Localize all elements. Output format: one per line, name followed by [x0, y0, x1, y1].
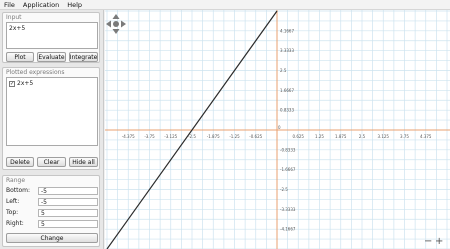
right-field[interactable]: 5	[38, 219, 98, 228]
evaluate-button[interactable]: Evaluate	[37, 52, 66, 62]
zoom-out-button[interactable]: −	[424, 237, 432, 247]
expression-label: 2x+5	[17, 80, 34, 87]
x-tick-label: -3.75	[144, 134, 155, 139]
plotted-expressions-panel: Plotted expressions ✓ 2x+5 Delete Clear …	[2, 67, 100, 170]
x-tick-label: -1.875	[207, 134, 220, 139]
plotted-panel-title: Plotted expressions	[6, 69, 65, 76]
y-tick-label: 1.6667	[280, 88, 294, 93]
pan-up-icon[interactable]	[112, 14, 120, 19]
x-tick-label: -1.25	[229, 134, 240, 139]
zoom-in-button[interactable]: +	[435, 237, 443, 247]
pan-down-icon[interactable]	[112, 29, 120, 34]
left-field[interactable]: -5	[38, 197, 98, 206]
bottom-label: Bottom:	[6, 187, 31, 194]
expression-input[interactable]: 2x+5	[6, 22, 98, 49]
expression-checkbox[interactable]: ✓	[9, 80, 15, 87]
x-tick-label: 1.875	[335, 134, 347, 139]
y-tick-label: -2.5	[280, 187, 288, 192]
menu-application[interactable]: Application	[19, 0, 63, 10]
menu-help[interactable]: Help	[63, 0, 86, 10]
y-tick-label: 4.1667	[280, 28, 294, 33]
x-tick-label: 2.5	[359, 134, 366, 139]
menu-file[interactable]: File	[0, 0, 19, 10]
x-tick-label: 4.375	[420, 134, 432, 139]
hide-all-button[interactable]: Hide all	[69, 157, 98, 167]
x-tick-label: -3.125	[164, 134, 177, 139]
pan-left-icon[interactable]	[106, 20, 111, 28]
clear-button[interactable]: Clear	[37, 157, 66, 167]
right-label: Right:	[6, 220, 24, 227]
y-tick-label: -3.3333	[280, 207, 296, 212]
input-panel: Input 2x+5 Plot Evaluate Integrate	[2, 12, 100, 63]
x-tick-label: 1.25	[315, 134, 324, 139]
delete-button[interactable]: Delete	[6, 157, 34, 167]
x-tick-label: 3.125	[378, 134, 390, 139]
y-tick-label: -4.1667	[280, 227, 296, 232]
top-label: Top:	[6, 209, 19, 216]
y-tick-label: -0.8333	[280, 147, 296, 152]
menu-bar: File Application Help	[0, 0, 450, 10]
y-tick-label: 0.8333	[280, 108, 294, 113]
range-panel: Range Bottom: -5 Left: -5 Top: 5 Right: …	[2, 175, 100, 247]
range-panel-title: Range	[6, 177, 26, 184]
plot-canvas[interactable]: -4.375 -3.75 -3.125 -2.5 -1.875 -1.25 -0.625 0.…	[105, 10, 450, 249]
x-tick-label: 0.625	[293, 134, 305, 139]
x-tick-label: 3.75	[400, 134, 409, 139]
range-top-row: Top: 5	[6, 208, 98, 217]
origin-label: 0	[278, 125, 281, 130]
input-panel-title: Input	[6, 14, 22, 21]
plot-area[interactable]: -4.375 -3.75 -3.125 -2.5 -1.875 -1.25 -0.625 0.…	[105, 10, 450, 249]
pan-control[interactable]	[105, 13, 127, 35]
pan-center-icon[interactable]	[113, 21, 119, 27]
x-tick-label: -0.625	[249, 134, 262, 139]
expression-list: ✓ 2x+5	[6, 77, 98, 146]
left-label: Left:	[6, 198, 20, 205]
plot-button[interactable]: Plot	[6, 52, 34, 62]
list-item[interactable]: ✓ 2x+5	[7, 78, 97, 89]
range-left-row: Left: -5	[6, 197, 98, 206]
y-tick-label: 2.5	[280, 68, 287, 73]
range-bottom-row: Bottom: -5	[6, 186, 98, 195]
top-field[interactable]: 5	[38, 208, 98, 217]
pan-right-icon[interactable]	[121, 20, 126, 28]
bottom-field[interactable]: -5	[38, 186, 98, 195]
integrate-button[interactable]: Integrate	[69, 52, 98, 62]
sidebar: Input 2x+5 Plot Evaluate Integrate Plott…	[0, 10, 104, 249]
y-tick-label: 3.3333	[280, 48, 294, 53]
y-tick-label: -1.6667	[280, 167, 296, 172]
x-tick-label: -4.375	[122, 134, 135, 139]
change-button[interactable]: Change	[6, 233, 98, 243]
range-right-row: Right: 5	[6, 219, 98, 228]
